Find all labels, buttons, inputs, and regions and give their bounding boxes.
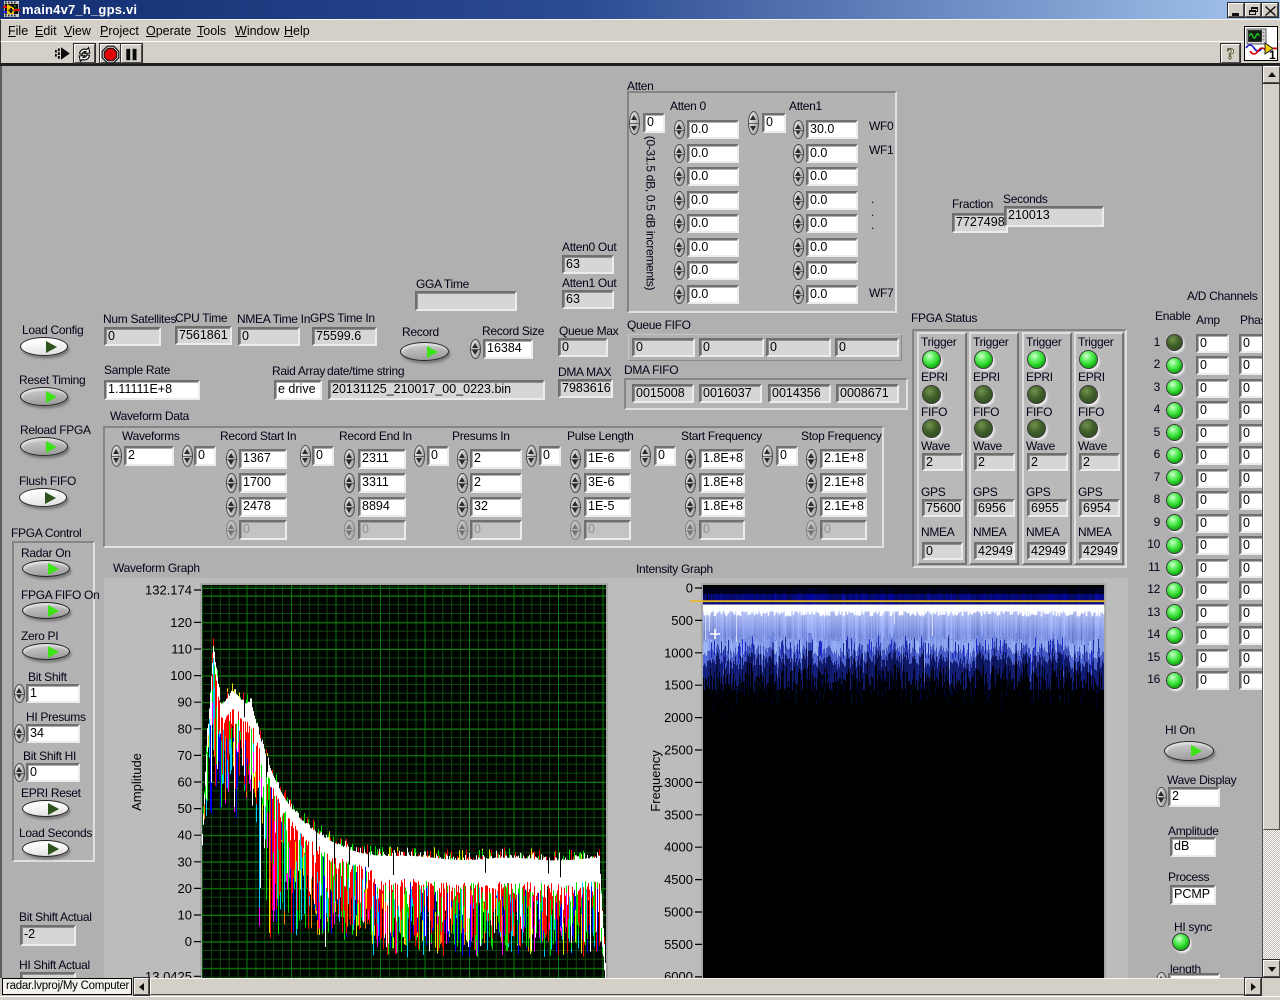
svg-text:120: 120 [170,615,192,630]
svg-text:80: 80 [178,721,192,736]
svg-text:50: 50 [178,801,192,816]
svg-text:132.174: 132.174 [145,583,192,598]
svg-text:1500: 1500 [664,678,693,693]
svg-text:3000: 3000 [664,775,693,790]
svg-text:5500: 5500 [664,937,693,952]
svg-text:40: 40 [178,828,192,843]
svg-text:0: 0 [686,581,693,596]
svg-text:Amplitude: Amplitude [129,753,144,811]
svg-text:5000: 5000 [664,905,693,920]
svg-text:2500: 2500 [664,743,693,758]
svg-text:1000: 1000 [664,645,693,660]
svg-text:4000: 4000 [664,840,693,855]
svg-text:10: 10 [178,908,192,923]
svg-text:90: 90 [178,695,192,710]
svg-text:3500: 3500 [664,807,693,822]
svg-text:?: ? [1227,46,1235,62]
svg-text:0: 0 [185,934,192,949]
svg-text:70: 70 [178,748,192,763]
svg-text:60: 60 [178,775,192,790]
svg-text:30: 30 [178,854,192,869]
svg-text:Frequency: Frequency [648,750,663,812]
svg-text:100: 100 [170,668,192,683]
svg-text:110: 110 [171,642,192,657]
svg-text:20: 20 [178,881,192,896]
svg-text:1: 1 [1269,48,1276,60]
svg-text:500: 500 [671,613,693,628]
svg-text:4500: 4500 [664,872,693,887]
svg-text:2000: 2000 [664,710,693,725]
